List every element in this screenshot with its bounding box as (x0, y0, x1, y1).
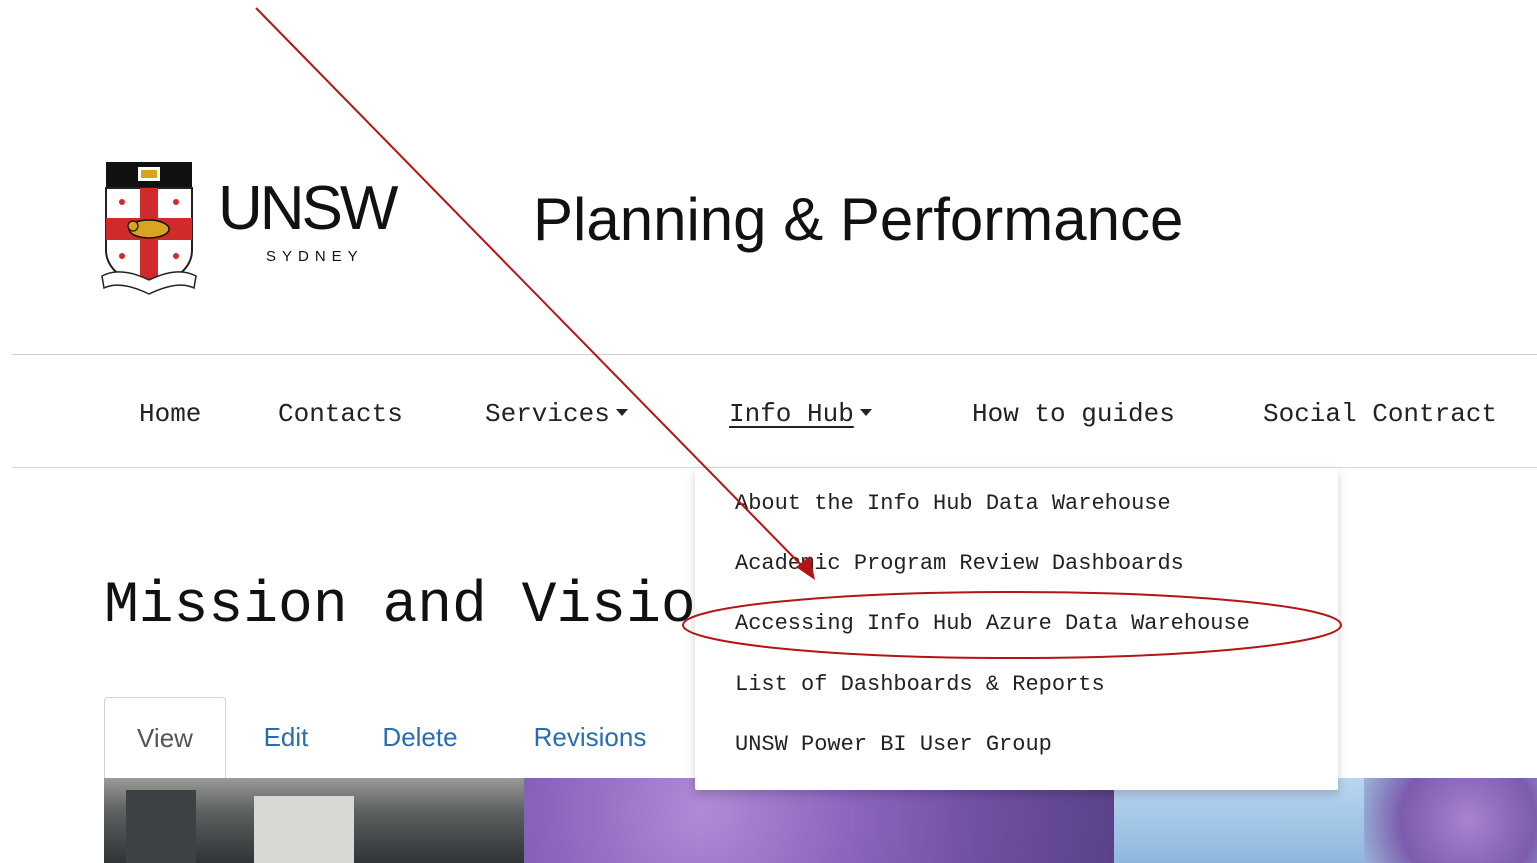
nav-item-home[interactable]: Home (139, 396, 201, 432)
dropdown-item-academic-program-review[interactable]: Academic Program Review Dashboards (735, 549, 1184, 579)
tab-revisions[interactable]: Revisions (520, 697, 660, 777)
dropdown-item-about-data-warehouse[interactable]: About the Info Hub Data Warehouse (735, 489, 1171, 519)
logo-wordmark: UNSW (218, 174, 398, 243)
hero-image (104, 778, 1537, 863)
caret-down-icon (615, 408, 628, 416)
dropdown-item-dashboards-reports[interactable]: List of Dashboards & Reports (735, 670, 1105, 700)
tab-delete[interactable]: Delete (362, 697, 478, 777)
unsw-logo[interactable]: UNSW SYDNEY (100, 158, 440, 298)
nav-item-how-to-guides[interactable]: How to guides (972, 396, 1175, 432)
tab-view[interactable]: View (104, 697, 226, 778)
nav-item-services[interactable]: Services (485, 396, 628, 432)
nav-item-contacts[interactable]: Contacts (278, 396, 403, 432)
nav-item-social-contract[interactable]: Social Contract (1263, 396, 1497, 432)
unsw-crest-icon (101, 162, 197, 295)
info-hub-dropdown: About the Info Hub Data Warehouse Academ… (695, 468, 1338, 790)
page-title: Mission and Visio (104, 574, 696, 639)
tab-edit[interactable]: Edit (240, 697, 332, 777)
logo-subtitle: SYDNEY (266, 248, 364, 265)
nav-divider-top (12, 354, 1537, 355)
dropdown-item-accessing-azure-warehouse[interactable]: Accessing Info Hub Azure Data Warehouse (735, 609, 1250, 639)
dropdown-item-power-bi-user-group[interactable]: UNSW Power BI User Group (735, 730, 1052, 760)
caret-down-icon (859, 408, 872, 416)
nav-item-services-label: Services (485, 399, 610, 429)
site-title[interactable]: Planning & Performance (533, 190, 1183, 250)
nav-item-info-hub-label: Info Hub (729, 399, 854, 429)
nav-item-info-hub[interactable]: Info Hub (729, 396, 872, 432)
